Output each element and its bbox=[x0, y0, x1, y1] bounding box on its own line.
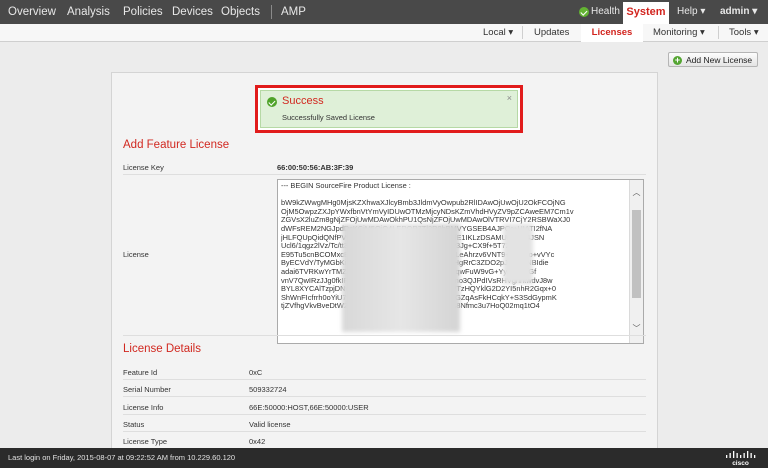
success-alert: Success Successfully Saved License × bbox=[255, 85, 523, 133]
license-textarea[interactable]: --- BEGIN SourceFire Product License : b… bbox=[277, 179, 644, 344]
license-panel: Success Successfully Saved License × Add… bbox=[111, 72, 658, 454]
last-login-text: Last login on Friday, 2015-08-07 at 09:2… bbox=[8, 453, 236, 462]
scrollbar-thumb[interactable] bbox=[632, 210, 641, 298]
cisco-logo-text: cisco bbox=[732, 460, 749, 466]
nav-help[interactable]: Help ▾ bbox=[677, 0, 705, 24]
sub-nav-bar: Local ▾ Updates Licenses Monitoring ▾ To… bbox=[0, 24, 768, 42]
redacted-region bbox=[342, 224, 460, 332]
license-info-value: 66E:50000:HOST,66E:50000:USER bbox=[249, 403, 369, 412]
nav-objects[interactable]: Objects bbox=[221, 0, 260, 24]
row-divider bbox=[123, 414, 646, 415]
scroll-down-icon[interactable]: ﹀ bbox=[632, 324, 641, 333]
row-divider bbox=[123, 431, 646, 432]
close-icon[interactable]: × bbox=[507, 93, 512, 103]
nav-system[interactable]: System bbox=[623, 2, 669, 26]
nav-health[interactable]: Health bbox=[591, 0, 620, 24]
feature-id-label: Feature Id bbox=[123, 368, 158, 377]
nav-analysis[interactable]: Analysis bbox=[67, 0, 110, 24]
top-nav-bar: Overview Analysis Policies Devices Objec… bbox=[0, 0, 768, 26]
nav-overview[interactable]: Overview bbox=[8, 0, 56, 24]
cisco-logo: cisco bbox=[726, 451, 756, 466]
textarea-scrollbar[interactable]: ︿ ﹀ bbox=[629, 180, 643, 343]
nav-amp[interactable]: AMP bbox=[281, 0, 306, 24]
subnav-updates[interactable]: Updates bbox=[534, 24, 569, 41]
redacted-region bbox=[503, 224, 533, 284]
subnav-monitoring[interactable]: Monitoring ▾ bbox=[653, 24, 705, 41]
nav-user-menu[interactable]: admin ▾ bbox=[720, 0, 757, 24]
alert-title: Success bbox=[282, 95, 324, 107]
license-info-label: License Info bbox=[123, 403, 164, 412]
row-divider bbox=[123, 335, 646, 336]
nav-policies[interactable]: Policies bbox=[123, 0, 163, 24]
nav-devices[interactable]: Devices bbox=[172, 0, 213, 24]
row-divider bbox=[123, 396, 646, 397]
success-check-icon bbox=[267, 97, 277, 107]
status-label: Status bbox=[123, 420, 145, 429]
subnav-divider bbox=[718, 26, 719, 39]
license-label: License bbox=[123, 250, 149, 259]
row-divider bbox=[123, 379, 646, 380]
scroll-up-icon[interactable]: ︿ bbox=[632, 188, 641, 197]
health-check-icon bbox=[579, 7, 589, 17]
subnav-divider bbox=[522, 26, 523, 39]
nav-divider bbox=[271, 5, 272, 19]
add-new-license-button[interactable]: + Add New License bbox=[668, 52, 758, 67]
license-type-label: License Type bbox=[123, 437, 168, 446]
subnav-licenses[interactable]: Licenses bbox=[581, 24, 643, 42]
license-details-heading: License Details bbox=[123, 343, 201, 355]
subnav-local[interactable]: Local ▾ bbox=[483, 24, 513, 41]
feature-id-value: 0xC bbox=[249, 368, 263, 377]
plus-icon: + bbox=[673, 54, 682, 65]
footer-bar: Last login on Friday, 2015-08-07 at 09:2… bbox=[0, 448, 768, 468]
row-divider bbox=[123, 174, 646, 175]
license-type-value: 0x42 bbox=[249, 437, 266, 446]
status-value: Valid license bbox=[249, 420, 291, 429]
add-feature-license-heading: Add Feature License bbox=[123, 139, 230, 151]
alert-message: Successfully Saved License bbox=[282, 113, 375, 122]
license-key-label: License Key bbox=[123, 163, 164, 172]
subnav-tools[interactable]: Tools ▾ bbox=[729, 24, 759, 41]
serial-number-value: 509332724 bbox=[249, 385, 287, 394]
serial-number-label: Serial Number bbox=[123, 385, 171, 394]
license-key-value: 66:00:50:56:AB:3F:39 bbox=[277, 163, 354, 172]
success-alert-body: Success Successfully Saved License × bbox=[260, 90, 518, 128]
add-new-license-label: Add New License bbox=[686, 55, 753, 65]
